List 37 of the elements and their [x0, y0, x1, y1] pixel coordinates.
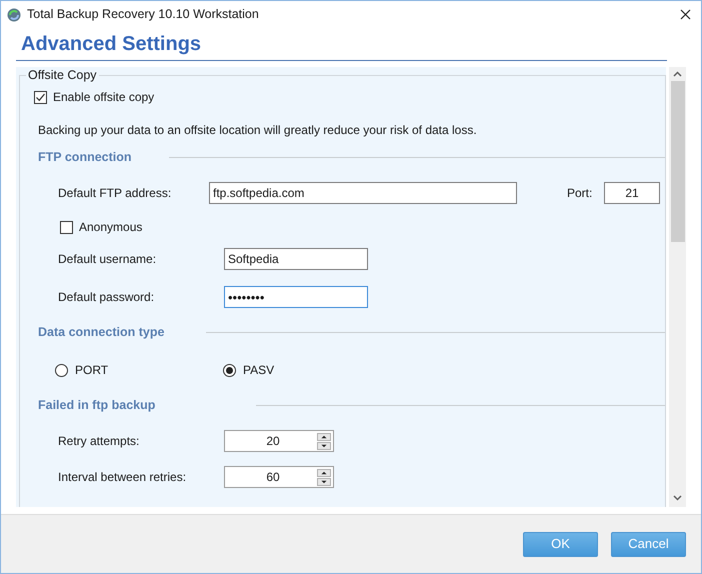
field-label: Port: [567, 186, 592, 200]
spin-down-icon[interactable] [317, 478, 331, 486]
close-icon[interactable] [680, 9, 691, 20]
radio-label[interactable]: PASV [243, 361, 274, 379]
checkbox-label[interactable]: Enable offsite copy [53, 88, 154, 106]
section-title: Failed in ftp backup [38, 398, 156, 412]
scroll-thumb[interactable] [670, 81, 684, 242]
checkbox[interactable] [34, 90, 47, 104]
radio-button[interactable] [223, 364, 236, 376]
field-label: Default password: [58, 290, 154, 304]
spin-up-icon[interactable] [317, 468, 331, 476]
number-spinner[interactable]: 20 [224, 430, 334, 452]
text-field[interactable]: Softpedia [224, 248, 368, 270]
field-label: Retry attempts: [58, 434, 140, 448]
text-field[interactable]: ftp.softpedia.com [209, 182, 517, 204]
scroll-down-icon[interactable] [673, 495, 682, 501]
spin-up-icon[interactable] [317, 432, 331, 440]
section-title: Data connection type [38, 324, 164, 339]
field-label: Interval between retries: [58, 470, 186, 484]
radio-label[interactable]: PORT [75, 361, 108, 379]
checkbox-label[interactable]: Anonymous [79, 218, 142, 236]
scroll-up-icon[interactable] [673, 71, 682, 77]
checkbox[interactable] [60, 220, 73, 234]
port-field[interactable]: 21 [604, 182, 660, 204]
scrollbar[interactable] [669, 67, 686, 507]
description-text: Backing up your data to an offsite location will greatly reduce your risk of data loss. [38, 122, 477, 139]
group-title: Offsite Copy [26, 67, 99, 83]
text-field[interactable]: •••••••• [224, 286, 368, 308]
field-label: Default FTP address: [58, 186, 172, 200]
number-spinner[interactable]: 60 [224, 466, 334, 488]
section-title: FTP connection [38, 150, 132, 164]
field-label: Default username: [58, 252, 156, 266]
spin-down-icon[interactable] [317, 442, 331, 450]
radio-button[interactable] [55, 364, 68, 376]
window-title: Total Backup Recovery 10.10 Workstation [27, 6, 259, 24]
app-logo-icon [7, 8, 21, 22]
page-heading: Advanced Settings [21, 32, 202, 57]
